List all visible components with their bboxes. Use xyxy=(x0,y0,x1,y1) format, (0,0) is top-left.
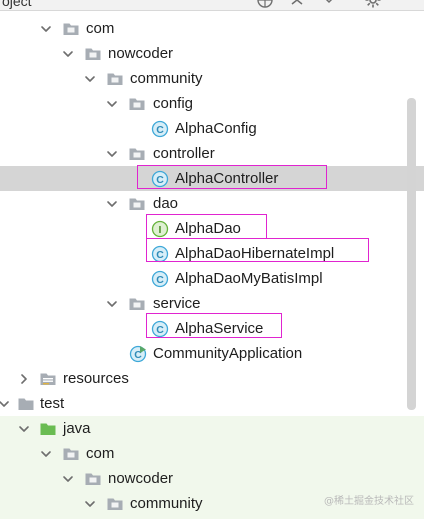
tree-node-label: com xyxy=(86,20,115,37)
chevron-down-icon[interactable] xyxy=(40,448,52,460)
tree-node-dao[interactable]: dao xyxy=(0,191,424,216)
tree-node-test-java[interactable]: java xyxy=(0,416,424,441)
chevron-down-icon[interactable] xyxy=(84,498,96,510)
tree-node-label: service xyxy=(153,295,201,312)
package-folder-icon xyxy=(128,95,146,113)
tree-node-label: CommunityApplication xyxy=(153,345,303,362)
tree-node-label: AlphaDaoMyBatisImpl xyxy=(175,270,323,287)
chevron-down-icon[interactable] xyxy=(18,423,30,435)
package-folder-icon xyxy=(128,295,146,313)
chevron-right-icon[interactable] xyxy=(18,373,30,385)
package-folder-icon xyxy=(62,20,80,38)
tree-node-config[interactable]: config xyxy=(0,91,424,116)
tool-window-title: oject xyxy=(2,0,32,9)
tool-window-header: oject xyxy=(0,0,424,11)
tree-node-label: controller xyxy=(153,145,215,162)
class-icon xyxy=(151,120,169,138)
chevron-down-icon[interactable] xyxy=(84,73,96,85)
class-icon xyxy=(151,270,169,288)
spring-app-class-icon xyxy=(129,345,147,363)
project-tool-window: oject com nowcoder community config Alph… xyxy=(0,0,424,519)
tree-node-test-nowcoder[interactable]: nowcoder xyxy=(0,466,424,491)
watermark: @稀土掘金技术社区 xyxy=(324,496,414,507)
tree-node-label: AlphaConfig xyxy=(175,120,257,137)
chevron-down-icon[interactable] xyxy=(0,398,10,410)
tree-node-nowcoder[interactable]: nowcoder xyxy=(0,41,424,66)
resources-folder-icon xyxy=(39,370,57,388)
tree-node-resources[interactable]: resources xyxy=(0,366,424,391)
package-folder-icon xyxy=(106,70,124,88)
highlight-box-alpha-service xyxy=(146,313,282,338)
tree-node-label: nowcoder xyxy=(108,470,174,487)
tree-node-alpha-config[interactable]: AlphaConfig xyxy=(0,116,424,141)
tree-node-label: test xyxy=(40,395,65,412)
tree-node-label: config xyxy=(153,95,194,112)
chevron-down-icon[interactable] xyxy=(106,98,118,110)
tree-node-label: com xyxy=(86,445,115,462)
tree-node-community[interactable]: community xyxy=(0,66,424,91)
chevron-down-icon[interactable] xyxy=(106,148,118,160)
package-folder-icon xyxy=(128,195,146,213)
chevron-down-icon[interactable] xyxy=(62,473,74,485)
package-folder-icon xyxy=(84,470,102,488)
tree-node-test[interactable]: test xyxy=(0,391,424,416)
test-sources-folder-icon xyxy=(39,420,57,438)
scrollbar-thumb[interactable] xyxy=(407,98,416,410)
collapse-all-icon[interactable] xyxy=(286,0,308,9)
globe-icon[interactable] xyxy=(254,0,276,9)
tree-node-label: dao xyxy=(153,195,179,212)
package-folder-icon xyxy=(84,45,102,63)
chevron-down-icon[interactable] xyxy=(62,48,74,60)
highlight-box-alpha-dao-hibernate-impl xyxy=(146,238,369,262)
tree-node-com[interactable]: com xyxy=(0,16,424,41)
tree-node-test-com[interactable]: com xyxy=(0,441,424,466)
tree-node-controller[interactable]: controller xyxy=(0,141,424,166)
package-folder-icon xyxy=(62,445,80,463)
chevron-down-icon[interactable] xyxy=(40,23,52,35)
highlight-box-alpha-dao xyxy=(146,214,267,239)
tree-node-community-application[interactable]: CommunityApplication xyxy=(0,341,424,366)
hide-icon[interactable] xyxy=(318,0,340,9)
tree-node-label: nowcoder xyxy=(108,45,174,62)
tree-node-label: resources xyxy=(63,370,129,387)
tree-node-alpha-dao-mybatis-impl[interactable]: AlphaDaoMyBatisImpl xyxy=(0,266,424,291)
chevron-down-icon[interactable] xyxy=(106,198,118,210)
tree-node-label: java xyxy=(63,420,91,437)
package-folder-icon xyxy=(106,495,124,513)
folder-icon xyxy=(17,395,35,413)
tree-node-label: community xyxy=(130,495,203,512)
tree-node-label: community xyxy=(130,70,203,87)
chevron-down-icon[interactable] xyxy=(106,298,118,310)
settings-icon[interactable] xyxy=(362,0,384,9)
highlight-box-alpha-controller xyxy=(137,165,327,189)
package-folder-icon xyxy=(128,145,146,163)
